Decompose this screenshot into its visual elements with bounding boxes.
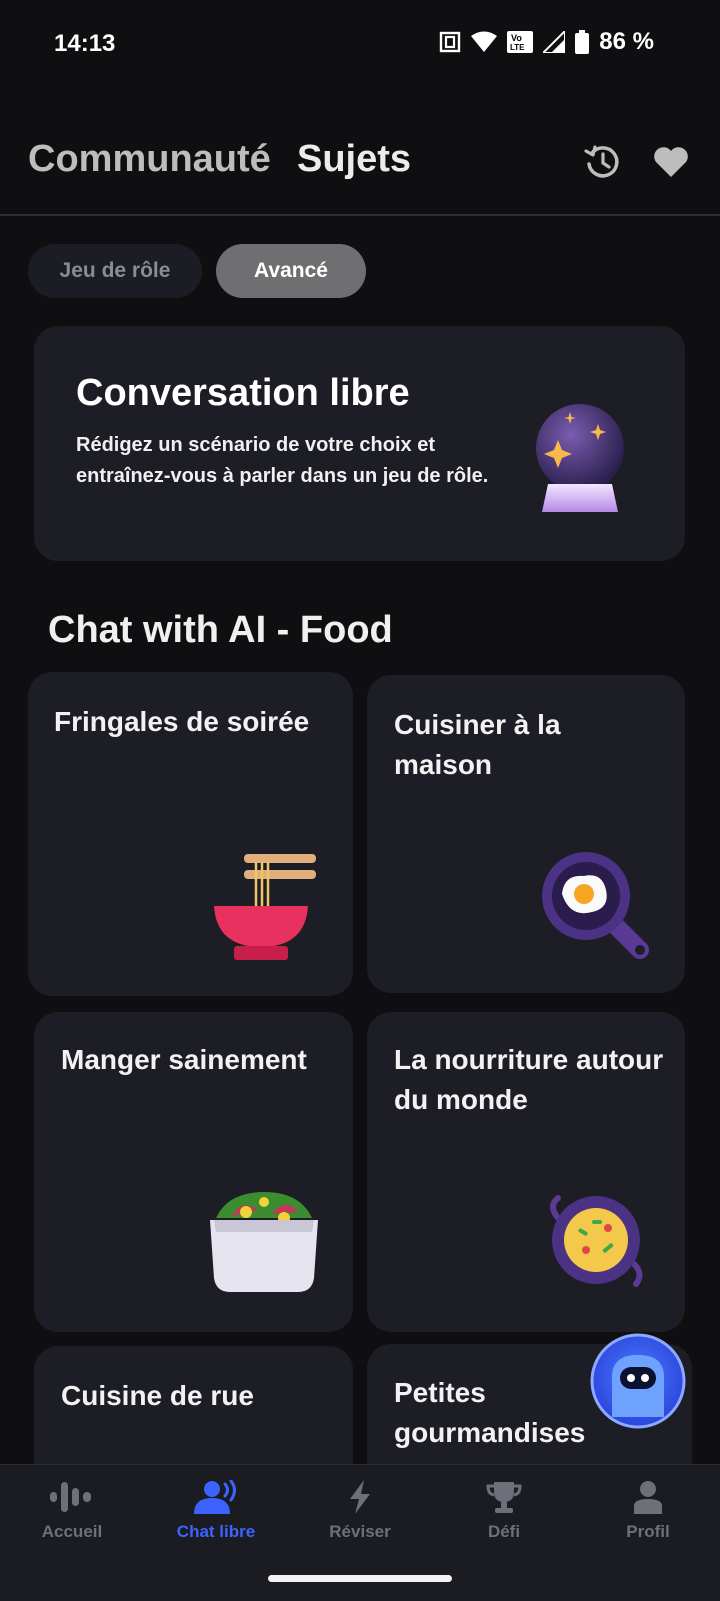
frying-pan-egg-icon: [542, 852, 649, 959]
speaking-person-icon: [194, 1480, 236, 1514]
nav-label: Profil: [626, 1522, 670, 1541]
person-icon: [634, 1481, 662, 1514]
signal-icon: [543, 31, 566, 53]
chip-avance[interactable]: Avancé: [216, 244, 366, 298]
heart-icon[interactable]: [653, 146, 689, 178]
topic-card-title: Cuisine de rue: [61, 1380, 254, 1411]
nfc-icon: [440, 31, 461, 53]
svg-text:Vo: Vo: [511, 33, 522, 43]
topic-card-title: Cuisiner à la maison: [394, 709, 561, 780]
paella-pan-icon: [550, 1195, 643, 1287]
home-indicator[interactable]: [268, 1575, 452, 1582]
crystal-ball-icon: [536, 404, 624, 512]
nav-label: Accueil: [41, 1522, 103, 1541]
history-icon[interactable]: [584, 143, 622, 181]
nav-label: Réviser: [329, 1522, 391, 1541]
nav-label: Chat libre: [176, 1522, 256, 1541]
nav-accueil[interactable]: Accueil: [12, 1480, 132, 1542]
battery-icon: [575, 30, 590, 54]
nav-chat-libre[interactable]: Chat libre: [156, 1480, 276, 1542]
volte-icon: VoLTE: [507, 31, 534, 53]
nav-defi[interactable]: Défi: [444, 1480, 564, 1542]
section-title: Chat with AI - Food: [48, 609, 393, 651]
lightning-icon: [350, 1480, 370, 1514]
tab-sujets[interactable]: Sujets: [297, 138, 411, 181]
nav-profil[interactable]: Profil: [588, 1480, 708, 1542]
topic-card-title: Manger sainement: [61, 1044, 307, 1075]
ai-assistant-button[interactable]: [590, 1333, 686, 1429]
wifi-icon: [471, 31, 498, 52]
topic-card-title: Fringales de soirée: [54, 706, 310, 737]
battery-percent: 86 %: [599, 28, 654, 55]
trophy-icon: [486, 1482, 522, 1513]
chip-jeu-de-role[interactable]: Jeu de rôle: [28, 244, 202, 298]
status-icons: Vo LTE 86 %: [439, 28, 654, 56]
free-conversation-description: Rédigez un scénario de votre choix et en…: [76, 434, 489, 487]
status-time: 14:13: [54, 30, 116, 57]
svg-text:LTE: LTE: [510, 43, 525, 52]
header-divider: [0, 214, 720, 216]
nav-label: Défi: [487, 1522, 521, 1541]
tab-communaute[interactable]: Communauté: [28, 138, 271, 181]
topic-card-title: La nourriture autour du monde: [394, 1044, 664, 1115]
free-conversation-title: Conversation libre: [76, 372, 410, 414]
nav-reviser[interactable]: Réviser: [300, 1480, 420, 1542]
waveform-icon: [50, 1482, 91, 1512]
noodle-bowl-icon: [214, 854, 316, 960]
salad-bowl-icon: [210, 1192, 318, 1292]
